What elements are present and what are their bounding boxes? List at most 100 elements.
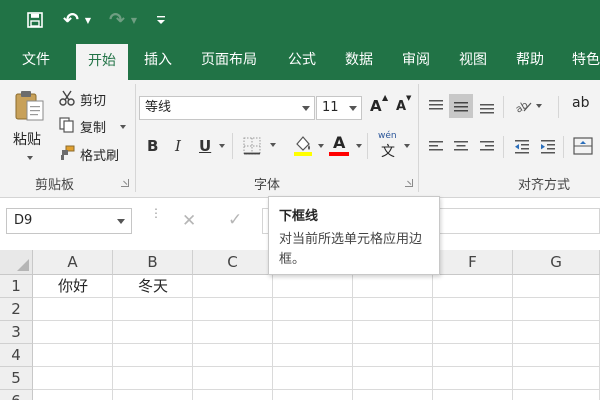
shrink-font-button[interactable]: A xyxy=(396,99,406,114)
decrease-indent-icon[interactable] xyxy=(512,136,532,156)
grid-cell[interactable] xyxy=(353,298,433,321)
grow-font-button[interactable]: A xyxy=(370,97,382,115)
grid-cell[interactable] xyxy=(273,298,353,321)
row-header-5[interactable]: 5 xyxy=(0,367,33,390)
underline-dropdown-icon[interactable] xyxy=(219,144,225,148)
grid-cell[interactable] xyxy=(273,390,353,400)
grid-cell[interactable] xyxy=(33,344,113,367)
clipboard-launcher-icon[interactable] xyxy=(121,179,129,187)
orientation-icon[interactable]: ab xyxy=(512,95,534,117)
cut-label[interactable]: 剪切 xyxy=(80,90,106,109)
grid-cell[interactable] xyxy=(433,390,513,400)
grid-cell[interactable] xyxy=(513,367,600,390)
grid-cell[interactable] xyxy=(113,298,193,321)
tab-review[interactable]: 审阅 xyxy=(402,40,430,80)
grid-cell[interactable] xyxy=(513,344,600,367)
column-header-b[interactable]: B xyxy=(113,250,193,275)
phonetic-guide-icon[interactable]: 文 xyxy=(381,141,395,161)
grid-cell[interactable] xyxy=(193,298,273,321)
enter-icon[interactable]: ✓ xyxy=(228,210,242,230)
grid-cell[interactable] xyxy=(353,367,433,390)
grid-cell[interactable] xyxy=(193,390,273,400)
column-header-c[interactable]: C xyxy=(193,250,273,275)
grid-cell[interactable] xyxy=(113,344,193,367)
orientation-dropdown-icon[interactable] xyxy=(536,104,542,108)
fill-color-dropdown-icon[interactable] xyxy=(318,144,324,148)
undo-icon[interactable]: ↶ xyxy=(60,9,82,31)
phonetic-guide-label[interactable]: wén xyxy=(378,131,397,141)
column-header-a[interactable]: A xyxy=(33,250,113,275)
grid-cell[interactable] xyxy=(513,298,600,321)
row-header-2[interactable]: 2 xyxy=(0,298,33,321)
underline-button[interactable]: U xyxy=(199,137,211,155)
paste-dropdown-icon[interactable] xyxy=(27,156,33,160)
grid-cell[interactable] xyxy=(433,321,513,344)
italic-button[interactable]: I xyxy=(175,137,181,155)
font-name-box[interactable]: 等线 xyxy=(139,96,315,120)
grid-cell[interactable] xyxy=(353,390,433,400)
grid-cell[interactable] xyxy=(193,344,273,367)
cell-b1[interactable]: 冬天 xyxy=(113,275,193,298)
grid-cell[interactable] xyxy=(433,367,513,390)
tab-view[interactable]: 视图 xyxy=(459,40,487,80)
row-header-6[interactable]: 6 xyxy=(0,390,33,400)
tab-formulas[interactable]: 公式 xyxy=(288,40,316,80)
grid-cell[interactable] xyxy=(113,390,193,400)
phonetic-dropdown-icon[interactable] xyxy=(404,144,410,148)
copy-label[interactable]: 复制 xyxy=(80,117,106,136)
increase-indent-icon[interactable] xyxy=(538,136,558,156)
bold-button[interactable]: B xyxy=(147,137,158,155)
tab-page-layout[interactable]: 页面布局 xyxy=(201,40,257,80)
grid-cell[interactable] xyxy=(33,390,113,400)
grid-cell[interactable] xyxy=(273,344,353,367)
font-color-dropdown-icon[interactable] xyxy=(356,144,362,148)
grid-cell[interactable] xyxy=(33,321,113,344)
tab-features[interactable]: 特色 xyxy=(572,40,600,80)
merge-center-icon[interactable] xyxy=(572,135,594,157)
row-header-4[interactable]: 4 xyxy=(0,344,33,367)
copy-icon[interactable] xyxy=(58,116,76,134)
align-left-icon[interactable] xyxy=(426,136,446,156)
cancel-icon[interactable]: ✕ xyxy=(182,211,196,231)
wrap-text-label[interactable]: ab xyxy=(572,95,589,111)
customize-quick-access-icon[interactable] xyxy=(154,9,168,31)
align-top-icon[interactable] xyxy=(426,96,446,116)
align-center-icon[interactable] xyxy=(451,136,471,156)
formula-bar-grip-icon[interactable]: ⋮ xyxy=(150,207,162,219)
tab-help[interactable]: 帮助 xyxy=(516,40,544,80)
grid-cell[interactable] xyxy=(513,390,600,400)
paste-icon[interactable] xyxy=(12,88,48,122)
grid-cell[interactable] xyxy=(353,344,433,367)
grid-cell[interactable] xyxy=(113,321,193,344)
grid-cell[interactable] xyxy=(433,344,513,367)
grid-cell[interactable] xyxy=(273,367,353,390)
font-color-button[interactable]: A xyxy=(333,133,345,152)
fill-color-icon[interactable] xyxy=(292,133,314,157)
format-painter-icon[interactable] xyxy=(58,144,76,162)
tab-insert[interactable]: 插入 xyxy=(144,40,172,80)
font-launcher-icon[interactable] xyxy=(405,179,413,187)
grid-cell[interactable] xyxy=(193,367,273,390)
name-box-dropdown-icon[interactable] xyxy=(117,219,125,224)
select-all-button[interactable] xyxy=(0,250,33,275)
font-size-box[interactable]: 11 xyxy=(316,96,362,120)
grid-cell[interactable] xyxy=(193,275,273,298)
border-dropdown-icon[interactable] xyxy=(270,143,276,147)
undo-dropdown-icon[interactable]: ▼ xyxy=(82,9,94,31)
grid-cell[interactable] xyxy=(513,275,600,298)
tab-home[interactable]: 开始 xyxy=(76,44,128,80)
name-box[interactable]: D9 xyxy=(6,208,132,234)
grid-cell[interactable] xyxy=(273,321,353,344)
grid-cell[interactable] xyxy=(353,321,433,344)
grid-cell[interactable] xyxy=(33,298,113,321)
font-name-dropdown-icon[interactable] xyxy=(302,106,310,111)
redo-dropdown-icon[interactable]: ▼ xyxy=(128,9,140,31)
grid-cell[interactable] xyxy=(513,321,600,344)
format-painter-label[interactable]: 格式刷 xyxy=(80,145,119,164)
grid-cell[interactable] xyxy=(273,275,353,298)
column-header-g[interactable]: G xyxy=(513,250,600,275)
cell-a1[interactable]: 你好 xyxy=(33,275,113,298)
grid-cell[interactable] xyxy=(113,367,193,390)
cut-icon[interactable] xyxy=(58,89,76,107)
bottom-border-icon[interactable] xyxy=(241,135,263,157)
